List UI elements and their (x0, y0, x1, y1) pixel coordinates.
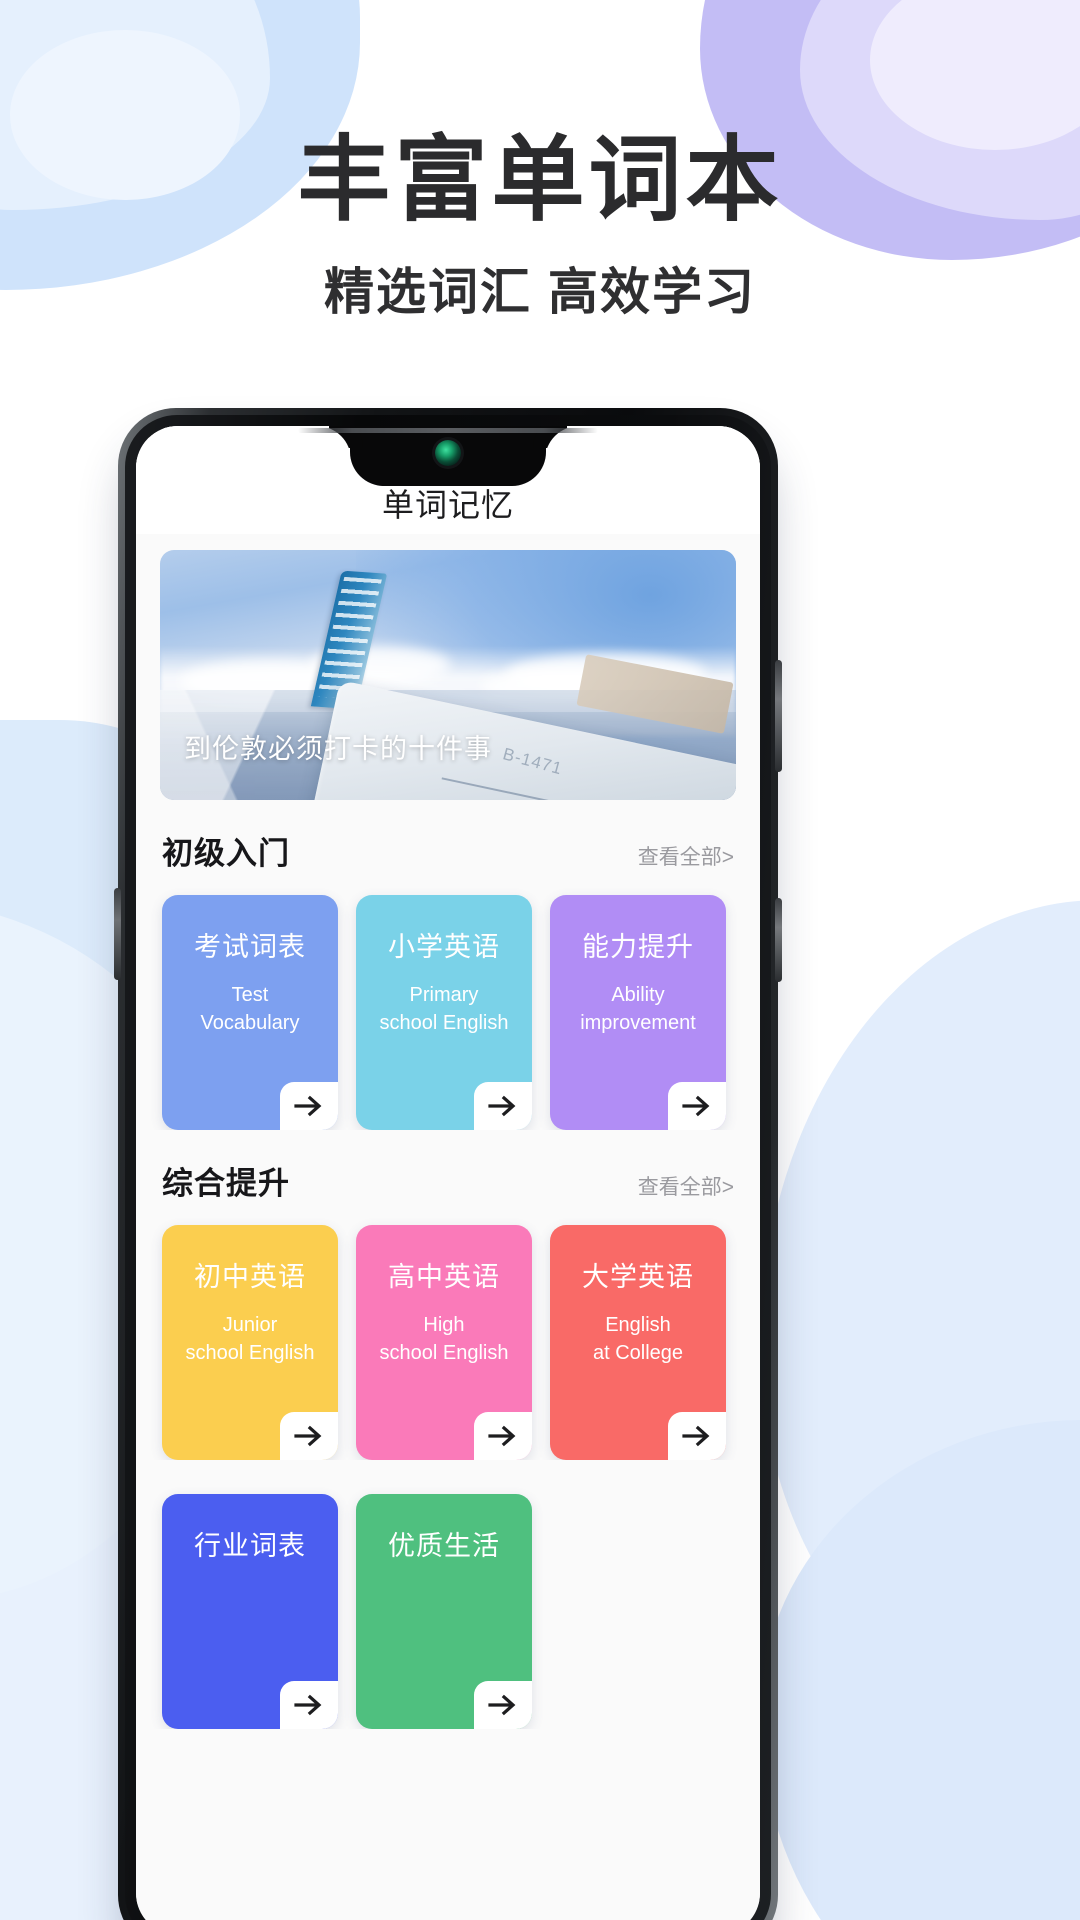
card-quality-life[interactable]: 优质生活 (356, 1494, 532, 1729)
section-title-beginner: 初级入门 (162, 836, 290, 871)
card-title-cn: 高中英语 (388, 1262, 500, 1292)
card-row-1[interactable]: 考试词表 Test Vocabulary 小学英语 Primary school… (162, 895, 760, 1130)
featured-banner[interactable]: B-1471 到伦敦必须打卡的十件事 (160, 550, 736, 800)
view-all-link-1[interactable]: 查看全部> (638, 841, 734, 871)
card-high-school-english[interactable]: 高中英语 High school English (356, 1225, 532, 1460)
arrow-right-icon[interactable] (280, 1082, 338, 1130)
section-header-1: 初级入门 查看全部> (162, 828, 734, 873)
arrow-right-icon[interactable] (474, 1681, 532, 1729)
card-title-en: High school English (379, 1314, 509, 1365)
card-test-vocabulary[interactable]: 考试词表 Test Vocabulary (162, 895, 338, 1130)
banner-caption: 到伦敦必须打卡的十件事 (184, 734, 492, 764)
power-button[interactable] (775, 660, 782, 772)
card-primary-school-english[interactable]: 小学英语 Primary school English (356, 895, 532, 1130)
card-junior-school-english[interactable]: 初中英语 Junior school English (162, 1225, 338, 1460)
phone-mockup: 单词记忆 B-1471 到伦敦必须打卡的十件事 初级入门 查看全部> 考试词表 … (114, 408, 782, 1920)
card-row-3[interactable]: 行业词表 优质生活 (162, 1494, 760, 1729)
section-header-2: 综合提升 查看全部> (162, 1158, 734, 1203)
promo-page: 丰富单词本 精选词汇 高效学习 单词记忆 B-1471 到伦敦必须打卡的十件事 … (0, 0, 1080, 1920)
card-title-cn: 大学英语 (582, 1262, 694, 1292)
card-title-cn: 初中英语 (194, 1262, 306, 1292)
wing-registration-mark: B-1471 (500, 744, 565, 779)
view-all-link-2[interactable]: 查看全部> (638, 1171, 734, 1201)
card-industry-vocabulary[interactable]: 行业词表 (162, 1494, 338, 1729)
arrow-right-icon[interactable] (280, 1681, 338, 1729)
side-button-left[interactable] (114, 888, 121, 980)
card-title-en: Junior school English (185, 1314, 315, 1365)
earpiece-speaker (298, 428, 598, 433)
card-title-en: Ability improvement (580, 984, 696, 1035)
card-title-cn: 小学英语 (388, 932, 500, 962)
card-row-wrapper-2: 初中英语 Junior school English 高中英语 High sch… (136, 1203, 760, 1460)
card-title-en: English at College (592, 1314, 684, 1365)
promo-subtitle: 精选词汇 高效学习 (324, 263, 756, 320)
card-english-at-college[interactable]: 大学英语 English at College (550, 1225, 726, 1460)
promo-headings: 丰富单词本 精选词汇 高效学习 (0, 128, 1080, 324)
card-title-cn: 优质生活 (388, 1531, 500, 1561)
card-row-wrapper-3: 行业词表 优质生活 (136, 1460, 760, 1729)
promo-title: 丰富单词本 (297, 128, 783, 232)
card-title-cn: 考试词表 (194, 932, 306, 962)
card-title-cn: 行业词表 (194, 1531, 306, 1561)
front-camera-icon (435, 440, 461, 466)
card-ability-improvement[interactable]: 能力提升 Ability improvement (550, 895, 726, 1130)
app-content: 单词记忆 B-1471 到伦敦必须打卡的十件事 初级入门 查看全部> 考试词表 … (136, 426, 760, 1920)
phone-frame: 单词记忆 B-1471 到伦敦必须打卡的十件事 初级入门 查看全部> 考试词表 … (114, 408, 782, 1920)
arrow-right-icon[interactable] (668, 1412, 726, 1460)
arrow-right-icon[interactable] (474, 1082, 532, 1130)
card-title-en: Primary school English (379, 984, 509, 1035)
phone-screen: 单词记忆 B-1471 到伦敦必须打卡的十件事 初级入门 查看全部> 考试词表 … (136, 426, 760, 1920)
arrow-right-icon[interactable] (280, 1412, 338, 1460)
card-title-cn: 能力提升 (582, 932, 694, 962)
arrow-right-icon[interactable] (474, 1412, 532, 1460)
card-title-en: Test Vocabulary (200, 984, 300, 1035)
section-title-comprehensive: 综合提升 (162, 1166, 290, 1201)
volume-button[interactable] (775, 898, 782, 982)
wing-flap-line (441, 777, 736, 800)
arrow-right-icon[interactable] (668, 1082, 726, 1130)
card-row-2[interactable]: 初中英语 Junior school English 高中英语 High sch… (162, 1225, 760, 1460)
app-title: 单词记忆 (381, 487, 514, 523)
card-row-wrapper-1: 考试词表 Test Vocabulary 小学英语 Primary school… (136, 873, 760, 1130)
